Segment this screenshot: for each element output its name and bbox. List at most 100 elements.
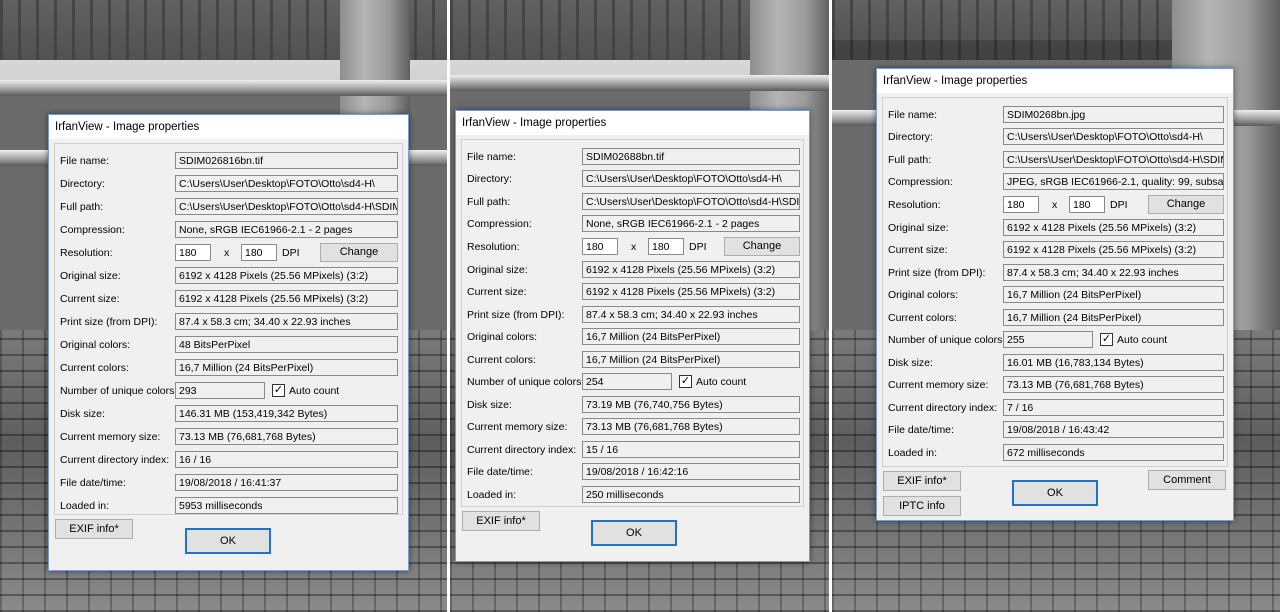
resolution-x-input[interactable]: 180	[582, 238, 618, 255]
compression-field[interactable]: None, sRGB IEC61966-2.1 - 2 pages	[582, 215, 800, 232]
file-name-label: File name:	[888, 109, 938, 121]
resolution-x-separator: x	[224, 247, 230, 259]
print-size-label: Print size (from DPI):	[467, 309, 565, 321]
directory-field[interactable]: C:\Users\User\Desktop\FOTO\Otto\sd4-H\	[582, 170, 800, 187]
loaded-in-label: Loaded in:	[888, 447, 938, 459]
ok-button[interactable]: OK	[185, 528, 271, 554]
loaded-in-label: Loaded in:	[467, 489, 517, 501]
disk-size-field[interactable]: 73.19 MB (76,740,756 Bytes)	[582, 396, 800, 413]
auto-count-checkbox[interactable]: ✓	[1100, 333, 1113, 346]
unique-colors-label: Number of unique colors:	[467, 376, 585, 388]
file-date-field[interactable]: 19/08/2018 / 16:41:37	[175, 474, 398, 491]
dpi-label: DPI	[689, 241, 707, 253]
current-size-field[interactable]: 6192 x 4128 Pixels (25.56 MPixels) (3:2)	[175, 290, 398, 307]
image-properties-dialog-1: IrfanView - Image properties File name: S…	[48, 114, 409, 571]
dir-index-field[interactable]: 7 / 16	[1003, 399, 1224, 416]
current-size-field[interactable]: 6192 x 4128 Pixels (25.56 MPixels) (3:2)	[582, 283, 800, 300]
file-name-label: File name:	[60, 155, 110, 167]
original-size-field[interactable]: 6192 x 4128 Pixels (25.56 MPixels) (3:2)	[1003, 219, 1224, 236]
directory-field[interactable]: C:\Users\User\Desktop\FOTO\Otto\sd4-H\	[175, 175, 398, 192]
file-date-label: File date/time:	[467, 466, 533, 478]
disk-size-label: Disk size:	[888, 357, 933, 369]
dir-index-field[interactable]: 15 / 16	[582, 441, 800, 458]
compression-label: Compression:	[888, 176, 953, 188]
file-name-field[interactable]: SDIM026816bn.tif	[175, 152, 398, 169]
resolution-y-input[interactable]: 180	[1069, 196, 1105, 213]
change-button[interactable]: Change	[320, 243, 398, 262]
compression-field[interactable]: JPEG, sRGB IEC61966-2.1, quality: 99, su…	[1003, 173, 1224, 190]
original-colors-label: Original colors:	[888, 289, 959, 301]
loaded-in-field[interactable]: 250 milliseconds	[582, 486, 800, 503]
iptc-info-button[interactable]: IPTC info	[883, 496, 961, 516]
disk-size-field[interactable]: 16.01 MB (16,783,134 Bytes)	[1003, 354, 1224, 371]
compression-label: Compression:	[60, 224, 125, 236]
original-colors-field[interactable]: 16,7 Million (24 BitsPerPixel)	[1003, 286, 1224, 303]
resolution-label: Resolution:	[467, 241, 520, 253]
file-name-field[interactable]: SDIM0268bn.jpg	[1003, 106, 1224, 123]
unique-colors-field[interactable]: 293	[175, 382, 265, 399]
change-button[interactable]: Change	[1148, 195, 1224, 214]
loaded-in-field[interactable]: 672 milliseconds	[1003, 444, 1224, 461]
directory-field[interactable]: C:\Users\User\Desktop\FOTO\Otto\sd4-H\	[1003, 128, 1224, 145]
memory-size-field[interactable]: 73.13 MB (76,681,768 Bytes)	[1003, 376, 1224, 393]
dir-index-label: Current directory index:	[467, 444, 577, 456]
loaded-in-field[interactable]: 5953 milliseconds	[175, 497, 398, 514]
resolution-x-input[interactable]: 180	[1003, 196, 1039, 213]
file-date-field[interactable]: 19/08/2018 / 16:42:16	[582, 463, 800, 480]
dir-index-field[interactable]: 16 / 16	[175, 451, 398, 468]
original-size-field[interactable]: 6192 x 4128 Pixels (25.56 MPixels) (3:2)	[175, 267, 398, 284]
full-path-field[interactable]: C:\Users\User\Desktop\FOTO\Otto\sd4-H\SD…	[175, 198, 398, 215]
resolution-label: Resolution:	[60, 247, 113, 259]
full-path-label: Full path:	[60, 201, 104, 213]
print-size-field[interactable]: 87.4 x 58.3 cm; 34.40 x 22.93 inches	[582, 306, 800, 323]
disk-size-label: Disk size:	[467, 399, 512, 411]
auto-count-checkbox[interactable]: ✓	[679, 375, 692, 388]
resolution-label: Resolution:	[888, 199, 941, 211]
print-size-label: Print size (from DPI):	[888, 267, 986, 279]
unique-colors-field[interactable]: 255	[1003, 331, 1093, 348]
dir-index-label: Current directory index:	[888, 402, 998, 414]
exif-info-button[interactable]: EXIF info*	[883, 471, 961, 491]
exif-info-button[interactable]: EXIF info*	[462, 511, 540, 531]
ok-button[interactable]: OK	[1012, 480, 1098, 506]
original-size-field[interactable]: 6192 x 4128 Pixels (25.56 MPixels) (3:2)	[582, 261, 800, 278]
current-size-label: Current size:	[888, 244, 948, 256]
disk-size-field[interactable]: 146.31 MB (153,419,342 Bytes)	[175, 405, 398, 422]
current-size-label: Current size:	[60, 293, 120, 305]
memory-size-label: Current memory size:	[888, 379, 989, 391]
original-colors-field[interactable]: 16,7 Million (24 BitsPerPixel)	[582, 328, 800, 345]
file-date-label: File date/time:	[888, 424, 954, 436]
memory-size-label: Current memory size:	[60, 431, 161, 443]
dialog-title: IrfanView - Image properties	[877, 69, 1233, 93]
change-button[interactable]: Change	[724, 237, 800, 256]
ok-button[interactable]: OK	[591, 520, 677, 546]
current-size-field[interactable]: 6192 x 4128 Pixels (25.56 MPixels) (3:2)	[1003, 241, 1224, 258]
compression-field[interactable]: None, sRGB IEC61966-2.1 - 2 pages	[175, 221, 398, 238]
directory-label: Directory:	[60, 178, 105, 190]
unique-colors-field[interactable]: 254	[582, 373, 672, 390]
current-colors-field[interactable]: 16,7 Million (24 BitsPerPixel)	[582, 351, 800, 368]
comment-button[interactable]: Comment	[1148, 470, 1226, 490]
file-date-field[interactable]: 19/08/2018 / 16:43:42	[1003, 421, 1224, 438]
auto-count-label: Auto count	[289, 385, 340, 397]
auto-count-checkbox[interactable]: ✓	[272, 384, 285, 397]
original-colors-field[interactable]: 48 BitsPerPixel	[175, 336, 398, 353]
resolution-y-input[interactable]: 180	[648, 238, 684, 255]
full-path-field[interactable]: C:\Users\User\Desktop\FOTO\Otto\sd4-H\SD…	[1003, 151, 1224, 168]
print-size-field[interactable]: 87.4 x 58.3 cm; 34.40 x 22.93 inches	[1003, 264, 1224, 281]
original-colors-label: Original colors:	[60, 339, 131, 351]
unique-colors-label: Number of unique colors:	[888, 334, 1006, 346]
current-colors-field[interactable]: 16,7 Million (24 BitsPerPixel)	[1003, 309, 1224, 326]
image-properties-dialog-3: IrfanView - Image properties File name: S…	[876, 68, 1234, 521]
current-colors-field[interactable]: 16,7 Million (24 BitsPerPixel)	[175, 359, 398, 376]
memory-size-field[interactable]: 73.13 MB (76,681,768 Bytes)	[582, 418, 800, 435]
resolution-y-input[interactable]: 180	[241, 244, 277, 261]
directory-label: Directory:	[467, 173, 512, 185]
exif-info-button[interactable]: EXIF info*	[55, 519, 133, 539]
resolution-x-input[interactable]: 180	[175, 244, 211, 261]
file-name-field[interactable]: SDIM02688bn.tif	[582, 148, 800, 165]
full-path-field[interactable]: C:\Users\User\Desktop\FOTO\Otto\sd4-H\SD…	[582, 193, 800, 210]
print-size-field[interactable]: 87.4 x 58.3 cm; 34.40 x 22.93 inches	[175, 313, 398, 330]
memory-size-field[interactable]: 73.13 MB (76,681,768 Bytes)	[175, 428, 398, 445]
resolution-x-separator: x	[1052, 199, 1058, 211]
